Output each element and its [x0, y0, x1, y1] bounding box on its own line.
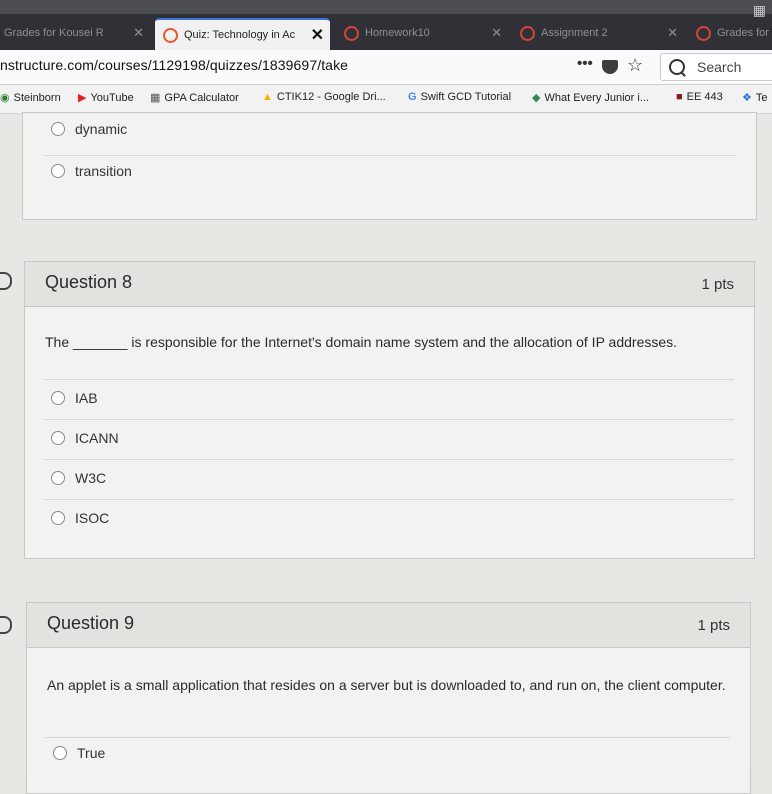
tab-label: Assignment 2 — [541, 27, 608, 39]
divider — [43, 459, 734, 460]
question-text: An applet is a small application that re… — [47, 677, 726, 693]
answer-label: ISOC — [75, 510, 110, 526]
dropbox-icon: ❖ — [742, 92, 752, 104]
bookmark-steinborn[interactable]: ◉ Steinborn — [0, 91, 61, 105]
bookmark-label: Swift GCD Tutorial — [420, 91, 512, 103]
blank: _______ — [73, 334, 128, 350]
close-icon[interactable]: ✕ — [667, 25, 678, 41]
answer-option-w3c[interactable]: W3C — [51, 470, 106, 486]
answer-label: IAB — [75, 390, 98, 406]
radio-button[interactable] — [51, 511, 65, 525]
tab-bar: Grades for Kousei R ✕ Quiz: Technology i… — [0, 2, 772, 50]
bookmark-junior[interactable]: ◆ What Every Junior i... — [532, 91, 650, 105]
radio-button[interactable] — [51, 122, 65, 136]
answer-label: dynamic — [75, 121, 128, 137]
answer-label: W3C — [75, 470, 107, 486]
question-flag-icon[interactable] — [0, 616, 12, 634]
answer-option-isoc[interactable]: ISOC — [51, 510, 109, 526]
answer-option-iab[interactable]: IAB — [51, 390, 98, 406]
address-bar: nstructure.com/courses/1129198/quizzes/1… — [0, 50, 772, 85]
globe-icon: ◉ — [0, 92, 10, 104]
question-text-after: is responsible for the Internet's domain… — [131, 334, 678, 350]
close-icon[interactable]: ✕ — [311, 25, 324, 45]
tab-grades[interactable]: Grades for Kousei R ✕ — [0, 18, 150, 48]
close-icon[interactable]: ✕ — [491, 25, 502, 41]
question-7-card: dynamic transition — [22, 112, 757, 220]
question-title: Question 8 — [45, 272, 133, 292]
answer-label: True — [77, 745, 106, 761]
tab-label: Homework10 — [365, 27, 430, 39]
bookmark-youtube[interactable]: ▶ YouTube — [78, 91, 134, 105]
question-points: 1 pts — [701, 276, 734, 293]
bookmark-label: EE 443 — [686, 91, 723, 103]
question-text-before: The — [45, 334, 70, 350]
divider — [45, 737, 730, 738]
bookmark-label: Steinborn — [13, 91, 61, 104]
quiz-page: dynamic transition Question 8 1 pts The … — [0, 112, 772, 794]
answer-label: transition — [75, 163, 132, 179]
bookmark-ee443[interactable]: ■ EE 443 — [676, 91, 723, 103]
tab-homework10[interactable]: Homework10 ✕ — [338, 18, 508, 48]
close-icon[interactable]: ✕ — [133, 25, 144, 41]
question-title: Question 9 — [47, 613, 135, 633]
question-header: Question 9 1 pts — [27, 603, 750, 648]
site-icon: ■ — [676, 91, 683, 103]
bookmark-ctik12[interactable]: ▲ CTIK12 - Google Dri... — [262, 91, 386, 103]
bookmark-label: Te — [755, 91, 768, 104]
bookmarks-bar: ◉ Steinborn ▶ YouTube ▦ GPA Calculator ▲… — [0, 85, 772, 114]
answer-option-true[interactable]: True — [53, 745, 105, 761]
radio-button[interactable] — [51, 431, 65, 445]
question-header: Question 8 1 pts — [25, 262, 754, 307]
menu-strip — [0, 0, 772, 14]
bookmark-label: CTIK12 - Google Dri... — [276, 91, 386, 103]
grid-icon[interactable]: ▦ — [753, 2, 766, 19]
tab-grades-2[interactable]: Grades for — [690, 18, 772, 48]
question-text: The _______ is responsible for the Inter… — [45, 330, 677, 354]
divider — [43, 379, 734, 380]
radio-button[interactable] — [51, 471, 65, 485]
google-icon: G — [408, 91, 417, 103]
drive-icon: ▲ — [262, 91, 273, 103]
tab-label: Quiz: Technology in Ac — [184, 29, 296, 41]
bookmark-gpa[interactable]: ▦ GPA Calculator — [150, 91, 239, 105]
answer-option-icann[interactable]: ICANN — [51, 430, 119, 446]
tab-quiz[interactable]: Quiz: Technology in Ac ✕ — [155, 18, 330, 50]
answer-option[interactable]: transition — [51, 163, 132, 179]
radio-button[interactable] — [51, 164, 65, 178]
radio-button[interactable] — [51, 391, 65, 405]
site-icon: ◆ — [532, 92, 541, 104]
question-points: 1 pts — [697, 617, 730, 634]
tab-assignment2[interactable]: Assignment 2 ✕ — [514, 18, 684, 48]
bookmark-swift[interactable]: G Swift GCD Tutorial — [408, 91, 511, 103]
tab-label: Grades for Kousei R — [4, 27, 104, 39]
search-input[interactable] — [695, 58, 772, 76]
search-icon — [669, 59, 685, 75]
search-box[interactable] — [660, 53, 772, 81]
bookmark-te[interactable]: ❖ Te — [742, 91, 768, 105]
divider — [43, 419, 734, 420]
answer-option[interactable]: dynamic — [51, 121, 127, 137]
canvas-icon — [344, 25, 359, 41]
answer-label: ICANN — [75, 430, 119, 446]
canvas-icon — [520, 25, 535, 41]
canvas-icon — [163, 27, 178, 43]
divider — [43, 155, 736, 156]
bookmark-label: GPA Calculator — [164, 91, 239, 104]
question-flag-icon[interactable] — [0, 272, 12, 290]
calculator-icon: ▦ — [150, 92, 161, 104]
question-8-card: Question 8 1 pts The _______ is responsi… — [24, 261, 755, 559]
radio-button[interactable] — [53, 746, 67, 760]
bookmark-label: What Every Junior i... — [544, 91, 650, 104]
tab-label: Grades for — [717, 27, 769, 39]
canvas-icon — [696, 25, 711, 41]
question-9-card: Question 9 1 pts An applet is a small ap… — [26, 602, 751, 794]
bookmark-label: YouTube — [90, 91, 134, 104]
divider — [43, 499, 734, 500]
youtube-icon: ▶ — [78, 92, 87, 104]
url-field[interactable]: nstructure.com/courses/1129198/quizzes/1… — [0, 57, 348, 73]
pocket-icon[interactable] — [602, 60, 618, 74]
star-icon[interactable]: ☆ — [627, 55, 643, 76]
more-actions-icon[interactable]: ••• — [577, 55, 593, 72]
